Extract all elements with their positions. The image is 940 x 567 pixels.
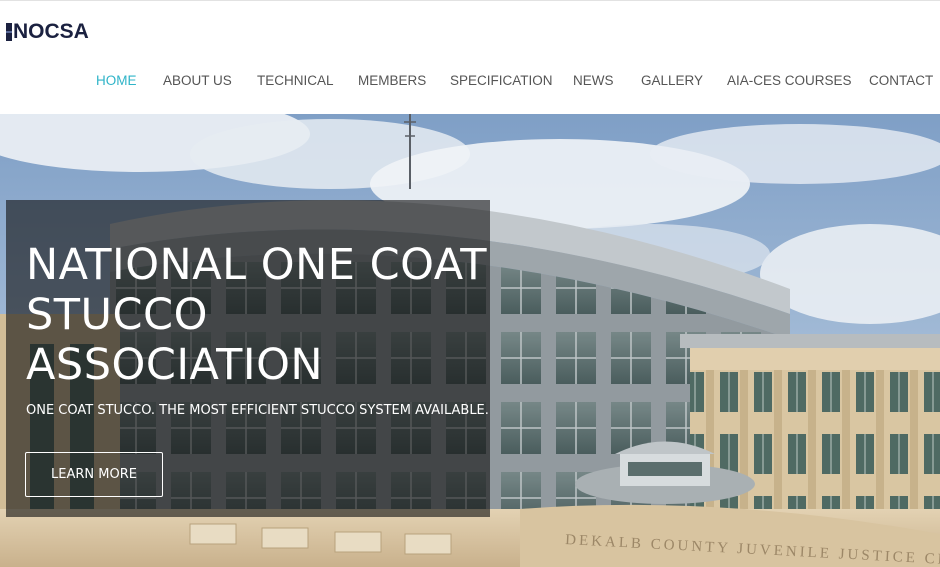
nav-item-aia-ces-courses[interactable]: AIA-CES COURSES [727,71,852,91]
nav-item-about-us[interactable]: ABOUT US [163,71,232,91]
nav-item-gallery[interactable]: GALLERY [641,71,703,91]
nav-item-news[interactable]: NEWS [573,71,614,91]
logo-mark-icon [6,23,12,41]
site-header: NOCSA HOME ABOUT US TECHNICAL MEMBERS SP… [0,0,940,114]
main-nav: HOME ABOUT US TECHNICAL MEMBERS SPECIFIC… [0,71,940,91]
nav-item-contact[interactable]: CONTACT [869,71,933,91]
nav-item-technical[interactable]: TECHNICAL [257,71,334,91]
site-logo[interactable]: NOCSA [6,20,89,44]
nav-item-specification[interactable]: SPECIFICATION [450,71,553,91]
hero-subtitle: ONE COAT STUCCO. THE MOST EFFICIENT STUC… [26,403,489,418]
nav-item-members[interactable]: MEMBERS [358,71,426,91]
nav-item-home[interactable]: HOME [96,71,137,91]
hero-title: NATIONAL ONE COAT STUCCO ASSOCIATION [26,240,488,390]
learn-more-button[interactable]: LEARN MORE [25,452,163,497]
logo-text: NOCSA [13,20,89,43]
